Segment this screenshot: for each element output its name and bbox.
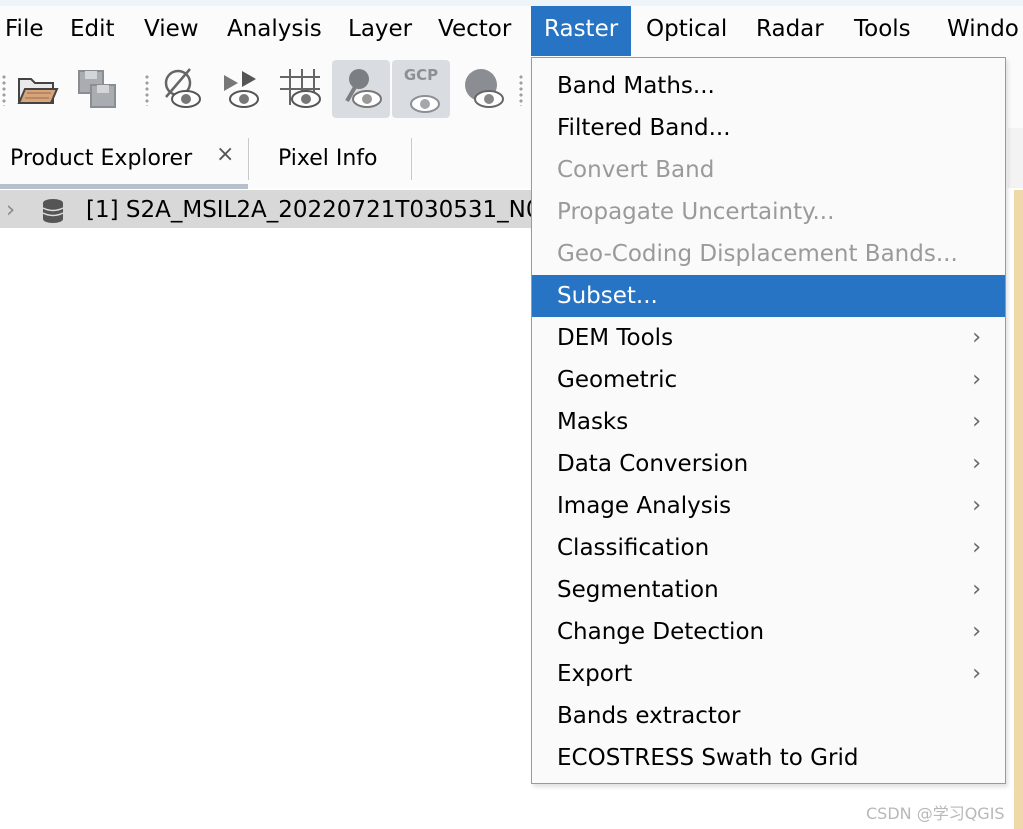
menu-item-export[interactable]: Export ›: [532, 653, 1005, 695]
menu-item-geo-coding-displacement: Geo-Coding Displacement Bands...: [532, 233, 1005, 275]
menu-item-label: Data Conversion: [557, 451, 749, 477]
menu-window[interactable]: Windo: [947, 6, 1019, 56]
menu-item-label: Geometric: [557, 367, 678, 393]
menu-item-image-analysis[interactable]: Image Analysis ›: [532, 485, 1005, 527]
menu-item-dem-tools[interactable]: DEM Tools ›: [532, 317, 1005, 359]
gcp-label: GCP: [403, 66, 439, 84]
toolbar-grip[interactable]: [2, 74, 6, 106]
open-product-icon[interactable]: [8, 60, 66, 118]
menu-bar: File Edit View Analysis Layer Vector Ras…: [0, 0, 1023, 57]
tab-pixel-info[interactable]: Pixel Info: [278, 126, 378, 188]
menu-file[interactable]: File: [5, 6, 44, 56]
range-finder-icon[interactable]: [211, 60, 269, 118]
toolbar-grip[interactable]: [145, 74, 149, 106]
menu-layer[interactable]: Layer: [348, 6, 412, 56]
product-tree-row[interactable]: › [1] S2A_MSIL2A_20220721T030531_N0: [0, 190, 540, 228]
watermark: CSDN @学习QGIS: [866, 804, 1005, 823]
menu-item-filtered-band[interactable]: Filtered Band...: [532, 107, 1005, 149]
tab-divider: [411, 138, 412, 180]
menu-item-label: Change Detection: [557, 619, 765, 645]
menu-item-label: Subset...: [557, 283, 658, 309]
menu-item-label: Filtered Band...: [557, 115, 731, 141]
submenu-arrow-icon: ›: [972, 619, 981, 644]
menu-item-segmentation[interactable]: Segmentation ›: [532, 569, 1005, 611]
menu-item-geometric[interactable]: Geometric ›: [532, 359, 1005, 401]
menu-edit[interactable]: Edit: [70, 6, 115, 56]
menu-item-label: Bands extractor: [557, 703, 741, 729]
submenu-arrow-icon: ›: [972, 325, 981, 350]
menu-vector[interactable]: Vector: [438, 6, 511, 56]
toolbar-grip[interactable]: [519, 74, 523, 106]
expand-chevron-icon[interactable]: ›: [6, 190, 15, 228]
menu-analysis[interactable]: Analysis: [227, 6, 322, 56]
menu-item-convert-band: Convert Band: [532, 149, 1005, 191]
menu-item-label: Classification: [557, 535, 710, 561]
menu-item-subset[interactable]: Subset...: [532, 275, 1005, 317]
image-view-edge: [1014, 190, 1023, 829]
product-database-icon: [40, 197, 66, 228]
pin-manager-icon[interactable]: [332, 60, 390, 118]
menu-item-label: Image Analysis: [557, 493, 732, 519]
submenu-arrow-icon: ›: [972, 661, 981, 686]
menu-item-label: ECOSTRESS Swath to Grid: [557, 745, 859, 771]
submenu-arrow-icon: ›: [972, 451, 981, 476]
submenu-arrow-icon: ›: [972, 577, 981, 602]
menu-item-data-conversion[interactable]: Data Conversion ›: [532, 443, 1005, 485]
menu-item-label: Segmentation: [557, 577, 719, 603]
close-tab-icon[interactable]: ×: [216, 142, 234, 167]
menu-item-masks[interactable]: Masks ›: [532, 401, 1005, 443]
graticule-icon[interactable]: [271, 60, 329, 118]
menu-item-label: Geo-Coding Displacement Bands...: [557, 241, 958, 267]
submenu-arrow-icon: ›: [972, 535, 981, 560]
product-label: [1] S2A_MSIL2A_20220721T030531_N0: [86, 197, 540, 223]
menu-item-label: Masks: [557, 409, 629, 435]
save-product-icon[interactable]: [68, 60, 126, 118]
gcp-manager-icon[interactable]: GCP: [392, 60, 450, 118]
menu-item-label: DEM Tools: [557, 325, 674, 351]
menu-item-label: Export: [557, 661, 633, 687]
world-map-icon[interactable]: [454, 60, 512, 118]
tab-product-explorer[interactable]: Product Explorer: [10, 126, 192, 188]
menu-item-change-detection[interactable]: Change Detection ›: [532, 611, 1005, 653]
submenu-arrow-icon: ›: [972, 367, 981, 392]
menu-view[interactable]: View: [144, 6, 199, 56]
submenu-arrow-icon: ›: [972, 409, 981, 434]
raster-menu: Band Maths... Filtered Band... Convert B…: [531, 57, 1006, 784]
side-panel-edge: [1008, 128, 1023, 188]
active-tab-indicator: [0, 184, 248, 189]
menu-raster[interactable]: Raster: [531, 6, 632, 56]
menu-item-label: Propagate Uncertainty...: [557, 199, 835, 225]
submenu-arrow-icon: ›: [972, 493, 981, 518]
menu-radar[interactable]: Radar: [756, 6, 824, 56]
menu-item-ecostress-swath-to-grid[interactable]: ECOSTRESS Swath to Grid: [532, 737, 1005, 779]
menu-optical[interactable]: Optical: [646, 6, 727, 56]
menu-tools[interactable]: Tools: [854, 6, 911, 56]
menu-item-classification[interactable]: Classification ›: [532, 527, 1005, 569]
menu-item-bands-extractor[interactable]: Bands extractor: [532, 695, 1005, 737]
hide-pin-icon[interactable]: [151, 60, 209, 118]
menu-item-band-maths[interactable]: Band Maths...: [532, 65, 1005, 107]
menu-item-label: Convert Band: [557, 157, 715, 183]
menu-item-label: Band Maths...: [557, 73, 715, 99]
menu-item-propagate-uncertainty: Propagate Uncertainty...: [532, 191, 1005, 233]
tab-divider: [248, 138, 249, 180]
